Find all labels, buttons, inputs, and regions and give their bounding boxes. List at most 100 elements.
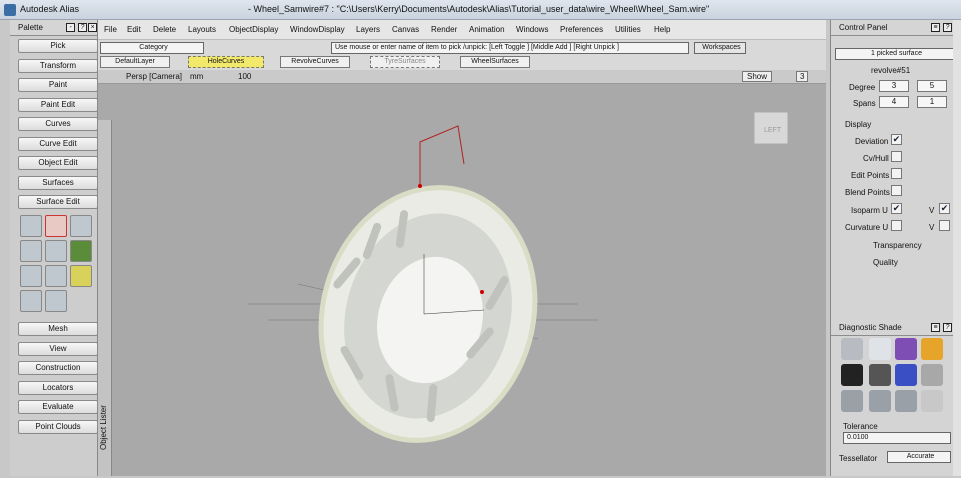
editpoints-checkbox[interactable] [891,168,902,179]
shade-accent-icon[interactable] [921,338,943,360]
menu-delete[interactable]: Delete [153,25,176,34]
spans-v-field[interactable]: 1 [917,96,947,108]
shade-black-icon[interactable] [841,364,863,386]
menu-windows[interactable]: Windows [516,25,548,34]
menu-render[interactable]: Render [431,25,457,34]
surface-tool-icon[interactable] [20,215,42,237]
units-label: mm [190,72,204,81]
control-panel-header: Control Panel ≡ ? [831,20,961,36]
palette-title: Palette [18,23,43,32]
menu-icon[interactable]: ≡ [931,323,940,332]
isoparm-v-label: V [929,206,935,215]
palette-curves[interactable]: Curves [18,117,98,131]
layer-revolvecurves[interactable]: RevolveCurves [280,56,350,68]
menu-objectdisplay[interactable]: ObjectDisplay [229,25,278,34]
palette-paint[interactable]: Paint [18,78,98,92]
degree-v-field[interactable]: 5 [917,80,947,92]
menu-layers[interactable]: Layers [356,25,380,34]
shade-grey-icon[interactable] [921,364,943,386]
prompt-line[interactable]: Use mouse or enter name of item to pick … [331,42,689,54]
palette-mesh[interactable]: Mesh [18,322,98,336]
flip-tool-icon[interactable] [45,290,67,312]
collapse-icon[interactable]: - [66,23,75,32]
palette-view[interactable]: View [18,341,98,356]
palette-paint-edit[interactable]: Paint Edit [18,97,98,112]
shade-sphere2-icon[interactable] [869,390,891,412]
palette-surface-edit[interactable]: Surface Edit [18,195,98,209]
help-icon[interactable]: ? [943,323,952,332]
curvature-u-checkbox[interactable] [891,220,902,231]
picked-object-field[interactable]: 1 picked surface [835,48,955,60]
display-section[interactable]: Display [845,120,871,129]
perspective-viewport[interactable]: LEFT [98,84,826,476]
menu-canvas[interactable]: Canvas [392,25,419,34]
diagnostic-header: Diagnostic Shade ≡ ? [831,320,961,336]
menu-windowdisplay[interactable]: WindowDisplay [290,25,345,34]
curvature-v-checkbox[interactable] [939,220,950,231]
menu-utilities[interactable]: Utilities [615,25,641,34]
palette-transform[interactable]: Transform [18,58,98,73]
grid-surface-tool-icon[interactable] [45,240,67,262]
view-number[interactable]: 3 [796,71,809,82]
shade-default-icon[interactable] [869,338,891,360]
cross-surface-tool-icon[interactable] [20,290,42,312]
extend-tool-icon[interactable] [20,240,42,262]
category-dropdown[interactable]: Category [100,42,204,54]
spans-u-field[interactable]: 4 [879,96,909,108]
layer-tyresurfaces[interactable]: TyreSurfaces [370,56,440,68]
shade-color-icon[interactable] [895,338,917,360]
cvhull-checkbox[interactable] [891,151,902,162]
tessellator-dropdown[interactable]: Accurate [887,451,951,463]
close-icon[interactable]: × [88,23,97,32]
shade-off-icon[interactable] [841,338,863,360]
menu-layouts[interactable]: Layouts [188,25,216,34]
wave-tool-icon[interactable] [45,265,67,287]
palette-construction[interactable]: Construction [18,361,98,375]
palette-locators[interactable]: Locators [18,380,98,395]
workspaces-button[interactable]: Workspaces [694,42,746,54]
isoparm-v-checkbox[interactable]: ✔ [939,203,950,214]
menu-animation[interactable]: Animation [469,25,505,34]
layer-default[interactable]: DefaultLayer [100,56,170,68]
menu-icon[interactable]: ≡ [931,23,940,32]
curvature-v-label: V [929,223,935,232]
view-header: Persp [Camera] mm 100 Show 3 [98,70,826,84]
isoparm-u-checkbox[interactable]: ✔ [891,203,902,214]
delete-surface-tool-icon[interactable] [45,215,67,237]
palette-curve-edit[interactable]: Curve Edit [18,136,98,151]
degree-u-field[interactable]: 3 [879,80,909,92]
trim-tool-icon[interactable] [70,215,92,237]
shade-stripe-icon[interactable] [869,364,891,386]
menu-help[interactable]: Help [654,25,670,34]
layer-holecurves[interactable]: HoleCurves [188,56,264,68]
green-surface-tool-icon[interactable] [70,240,92,262]
offset-tool-icon[interactable] [20,265,42,287]
palette-point-clouds[interactable]: Point Clouds [18,419,98,434]
palette-object-edit[interactable]: Object Edit [18,156,98,170]
palette-evaluate[interactable]: Evaluate [18,400,98,414]
quality-option[interactable]: Quality [873,258,898,267]
layer-wheelsurfaces[interactable]: WheelSurfaces [460,56,530,68]
palette-pick[interactable]: Pick [18,39,98,53]
object-lister-tab[interactable]: Object Lister [98,120,112,476]
palette-panel: Palette - ? × Pick Transform Paint Paint Ed… [10,20,98,476]
panel-scrollbar[interactable] [953,20,961,476]
app-title: Autodesk Alias [20,4,80,14]
shade-blue-icon[interactable] [895,364,917,386]
spans-label: Spans [853,99,876,108]
menu-file[interactable]: File [104,25,117,34]
tolerance-field[interactable]: 0.0100 [843,432,951,444]
shade-sphere-icon[interactable] [841,390,863,412]
help-icon[interactable]: ? [78,23,87,32]
palette-surfaces[interactable]: Surfaces [18,175,98,190]
transparency-option[interactable]: Transparency [873,241,922,250]
shade-edit-icon[interactable] [921,390,943,412]
yellow-surface-tool-icon[interactable] [70,265,92,287]
blendpoints-checkbox[interactable] [891,185,902,196]
deviation-checkbox[interactable]: ✔ [891,134,902,145]
show-button[interactable]: Show [742,71,773,82]
menu-preferences[interactable]: Preferences [560,25,603,34]
menu-edit[interactable]: Edit [127,25,141,34]
shade-sphere3-icon[interactable] [895,390,917,412]
help-icon[interactable]: ? [943,23,952,32]
